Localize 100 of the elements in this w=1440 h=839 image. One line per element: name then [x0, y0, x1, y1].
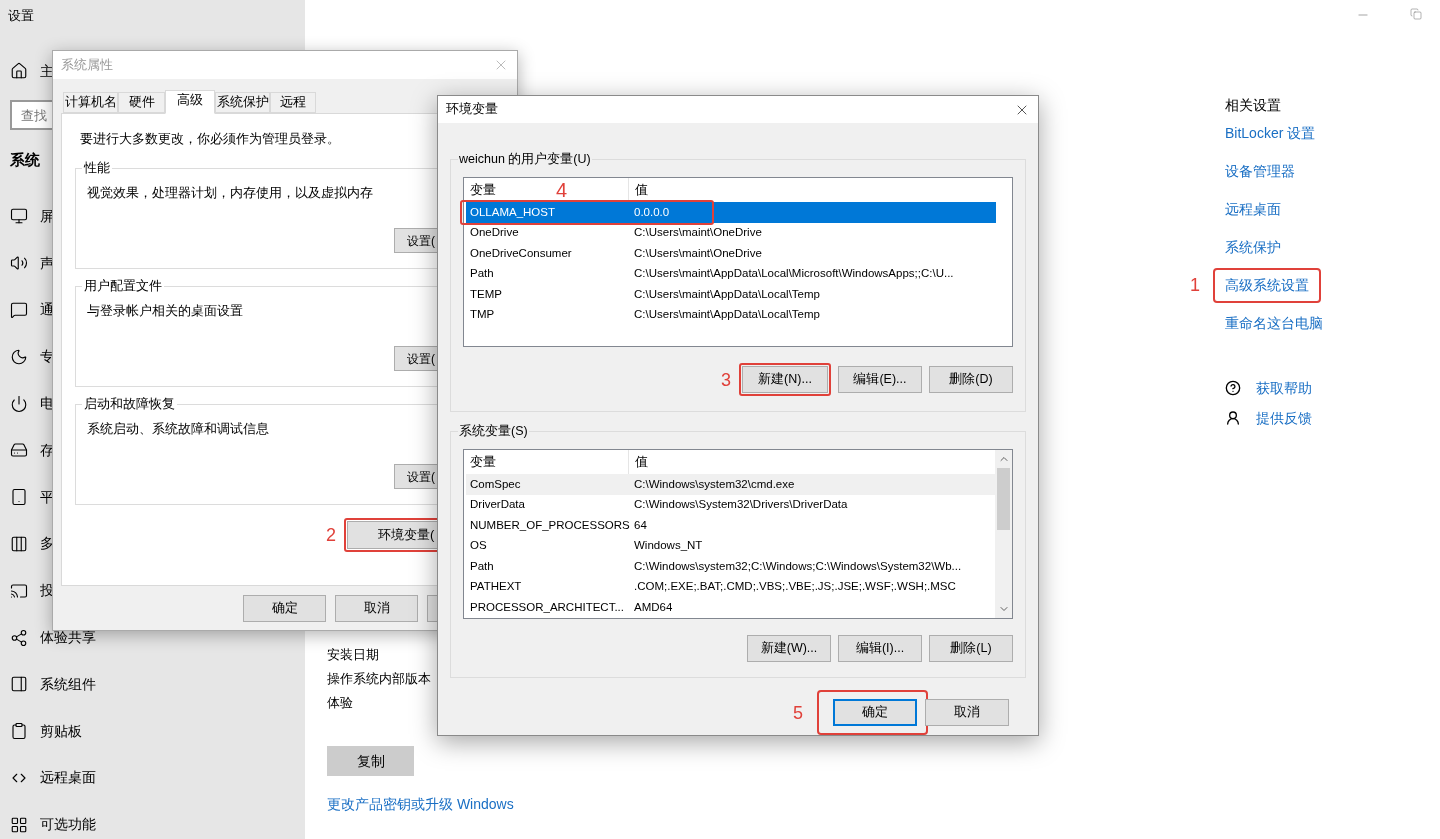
variable-row[interactable]: PATHEXT .COM;.EXE;.BAT;.CMD;.VBS;.VBE;.JS;.JSE;.WSF;.WSH;.MSC — [466, 576, 996, 597]
window-title: 设置 — [7, 7, 35, 25]
variable-name: NUMBER_OF_PROCESSORS — [469, 517, 631, 533]
variable-value: AMD64 — [634, 599, 673, 615]
variable-value: C:\Windows\system32\cmd.exe — [634, 476, 795, 492]
tab[interactable]: 远程 — [270, 92, 316, 113]
tab[interactable]: 硬件 — [118, 92, 165, 113]
dialog-button[interactable]: 取消 — [335, 595, 418, 622]
sidebar-item[interactable]: 可选功能 — [40, 814, 96, 836]
variable-value: 64 — [634, 517, 647, 533]
sidebar-item[interactable]: 主 — [40, 60, 54, 82]
related-link[interactable]: 重命名这台电脑 — [1213, 305, 1335, 341]
dialog-button[interactable]: 新建(N)... — [742, 366, 828, 393]
variable-name: DriverData — [469, 497, 526, 513]
related-link[interactable]: BitLocker 设置 — [1213, 115, 1328, 151]
variable-value: 0.0.0.0 — [634, 204, 670, 220]
info-label: 安装日期 — [327, 647, 379, 664]
variable-value: C:\Windows\system32;C:\Windows;C:\Windows\System32\Wb... — [634, 558, 962, 574]
variable-value: .COM;.EXE;.BAT;.CMD;.VBS;.VBE;.JS;.JSE;.WSF;.WSH;.MSC — [634, 579, 956, 595]
tablet-icon[interactable] — [10, 488, 28, 507]
columns-icon[interactable] — [10, 534, 28, 553]
home-icon[interactable] — [10, 62, 28, 80]
column-header[interactable]: 值 — [629, 450, 996, 474]
drive-icon[interactable] — [10, 441, 28, 460]
dialog-button[interactable]: 删除(D) — [929, 366, 1013, 393]
copy-button[interactable]: 复制 — [327, 746, 414, 776]
variable-name: Path — [469, 558, 495, 574]
sidebar-item[interactable]: 声 — [40, 252, 54, 274]
sidebar-item[interactable]: 远程桌面 — [40, 767, 96, 789]
variable-row[interactable]: TMP C:\Users\maint\AppData\Local\Temp — [466, 304, 996, 325]
grid-icon[interactable] — [10, 815, 28, 834]
related-title: 相关设置 — [1224, 96, 1281, 114]
dialog-title: 环境变量 — [446, 101, 498, 119]
cast-icon[interactable] — [10, 581, 28, 600]
help-link[interactable]: 获取帮助 — [1256, 377, 1312, 399]
panel-icon[interactable] — [10, 675, 28, 694]
group-title: 启动和故障恢复 — [82, 396, 177, 412]
tab[interactable]: 系统保护 — [215, 92, 270, 113]
variable-name: OneDriveConsumer — [469, 245, 573, 261]
group-description: 系统启动、系统故障和调试信息 — [87, 421, 269, 438]
tab[interactable]: 高级 — [165, 90, 215, 114]
callout-number: 5 — [793, 703, 803, 722]
section-title: 系统 — [10, 150, 40, 170]
nodes-icon[interactable] — [10, 628, 28, 647]
variable-row[interactable]: OneDriveConsumer C:\Users\maint\OneDrive — [466, 243, 996, 264]
variable-value: C:\Users\maint\OneDrive — [634, 245, 762, 261]
callout-number: 3 — [721, 370, 731, 389]
sidebar-item[interactable]: 平 — [40, 486, 54, 508]
dialog-button[interactable]: 编辑(I)... — [838, 635, 922, 662]
column-header[interactable]: 值 — [629, 178, 996, 202]
group-description: 与登录帐户相关的桌面设置 — [87, 303, 243, 320]
sidebar-item[interactable]: 存 — [40, 439, 54, 461]
sidebar-item[interactable]: 系统组件 — [40, 673, 96, 695]
variable-name: OS — [469, 538, 488, 554]
variable-row[interactable]: Path C:\Windows\system32;C:\Windows;C:\Windows\System32\Wb... — [466, 556, 996, 577]
tab[interactable]: 计算机名 — [63, 92, 118, 113]
variable-row[interactable]: NUMBER_OF_PROCESSORS 64 — [466, 515, 996, 536]
sidebar-item[interactable]: 投 — [40, 580, 54, 602]
variable-row[interactable]: OneDrive C:\Users\maint\OneDrive — [466, 222, 996, 243]
dialog-button[interactable]: 确定 — [243, 595, 326, 622]
variable-value: C:\Users\maint\AppData\Local\Temp — [634, 307, 820, 323]
speaker-icon[interactable] — [10, 254, 28, 273]
dialog-button[interactable]: 确定 — [833, 699, 917, 726]
clipboard-icon[interactable] — [10, 722, 28, 741]
environment-variables-button[interactable]: 环境变量( — [347, 521, 439, 549]
dialog-button[interactable]: 删除(L) — [929, 635, 1013, 662]
variable-row[interactable]: Path C:\Users\maint\AppData\Local\Microsoft\WindowsApps;;C:\U... — [466, 263, 996, 284]
moon-icon[interactable] — [10, 347, 28, 366]
variable-row[interactable]: OS Windows_NT — [466, 535, 996, 556]
sidebar-item[interactable]: 多 — [40, 533, 54, 555]
related-link[interactable]: 远程桌面 — [1213, 191, 1293, 227]
related-link[interactable]: 系统保护 — [1213, 229, 1293, 265]
variable-row[interactable]: PROCESSOR_ARCHITECT... AMD64 — [466, 597, 996, 618]
product-key-link[interactable]: 更改产品密钥或升级 Windows — [327, 794, 514, 815]
related-link[interactable]: 高级系统设置 — [1213, 267, 1321, 303]
dialog-button[interactable]: 编辑(E)... — [838, 366, 922, 393]
sidebar-item[interactable]: 专 — [40, 346, 54, 368]
variable-value: C:\Users\maint\OneDrive — [634, 225, 762, 241]
variable-name: TEMP — [469, 286, 503, 302]
group-title: 系统变量(S) — [458, 423, 529, 439]
scrollbar[interactable] — [995, 450, 1012, 618]
sidebar-item[interactable]: 剪贴板 — [40, 720, 82, 742]
variable-row[interactable]: OLLAMA_HOST 0.0.0.0 — [466, 202, 996, 223]
variable-name: OneDrive — [469, 225, 520, 241]
related-link[interactable]: 设备管理器 — [1213, 153, 1307, 189]
sidebar-item[interactable]: 体验共享 — [40, 627, 96, 649]
help-icon — [1225, 380, 1241, 396]
message-icon[interactable] — [10, 301, 28, 319]
variable-row[interactable]: DriverData C:\Windows\System32\Drivers\DriverData — [466, 494, 996, 515]
group-title: 用户配置文件 — [82, 278, 164, 294]
help-link[interactable]: 提供反馈 — [1256, 407, 1312, 429]
power-icon[interactable] — [10, 394, 28, 413]
dialog-button[interactable]: 新建(W)... — [747, 635, 831, 662]
callout-number: 1 — [1190, 276, 1200, 294]
variable-row[interactable]: TEMP C:\Users\maint\AppData\Local\Temp — [466, 284, 996, 305]
dialog-button[interactable]: 取消 — [925, 699, 1009, 726]
scroll-thumb[interactable] — [997, 468, 1010, 530]
sidebar-item[interactable]: 屏 — [40, 205, 54, 227]
monitor-icon[interactable] — [10, 207, 28, 226]
variable-row[interactable]: ComSpec C:\Windows\system32\cmd.exe — [466, 474, 996, 495]
